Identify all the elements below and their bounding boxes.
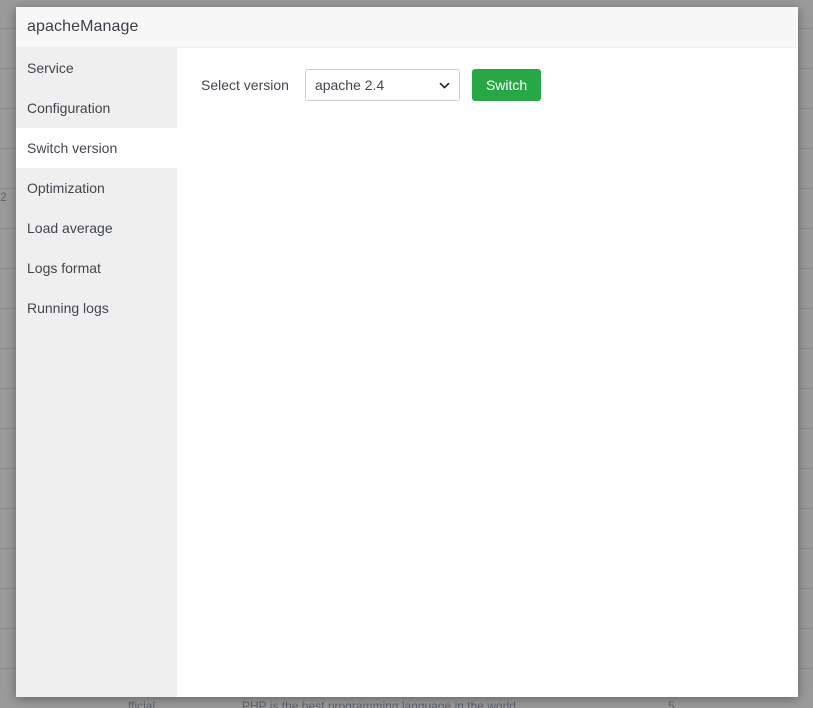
sidebar-item-label: Running logs <box>27 300 109 316</box>
select-version-label: Select version <box>201 77 289 93</box>
modal-title-bar: apacheManage <box>16 7 798 48</box>
switch-version-form: Select version apache 2.4 Switch <box>201 69 798 101</box>
sidebar-item-label: Switch version <box>27 140 118 156</box>
sidebar-item-label: Service <box>27 60 74 76</box>
content-panel: Select version apache 2.4 Switch <box>177 48 798 697</box>
modal-body: Service Configuration Switch version Optimi… <box>16 48 798 697</box>
switch-button[interactable]: Switch <box>471 69 542 101</box>
version-select-wrapper: apache 2.4 <box>304 69 460 101</box>
sidebar-item-logs-format[interactable]: Logs format <box>16 248 177 288</box>
sidebar-nav: Service Configuration Switch version Optimi… <box>16 48 177 697</box>
apache-manage-modal: apacheManage Service Configuration Switch … <box>16 7 798 697</box>
page-title: apacheManage <box>27 18 139 35</box>
sidebar-item-label: Optimization <box>27 180 105 196</box>
sidebar-item-optimization[interactable]: Optimization <box>16 168 177 208</box>
backdrop-text: 2 <box>0 190 7 204</box>
sidebar-item-service[interactable]: Service <box>16 48 177 88</box>
backdrop-text: fficial <box>128 699 156 708</box>
sidebar-item-running-logs[interactable]: Running logs <box>16 288 177 328</box>
version-select[interactable]: apache 2.4 <box>304 69 460 101</box>
backdrop-text: PHP is the best programming language in … <box>242 699 516 708</box>
sidebar-item-label: Load average <box>27 220 113 236</box>
backdrop-text: 5 <box>668 699 675 708</box>
sidebar-item-label: Logs format <box>27 260 101 276</box>
sidebar-item-switch-version[interactable]: Switch version <box>16 128 177 168</box>
sidebar-item-label: Configuration <box>27 100 111 116</box>
sidebar-item-configuration[interactable]: Configuration <box>16 88 177 128</box>
sidebar-item-load-average[interactable]: Load average <box>16 208 177 248</box>
